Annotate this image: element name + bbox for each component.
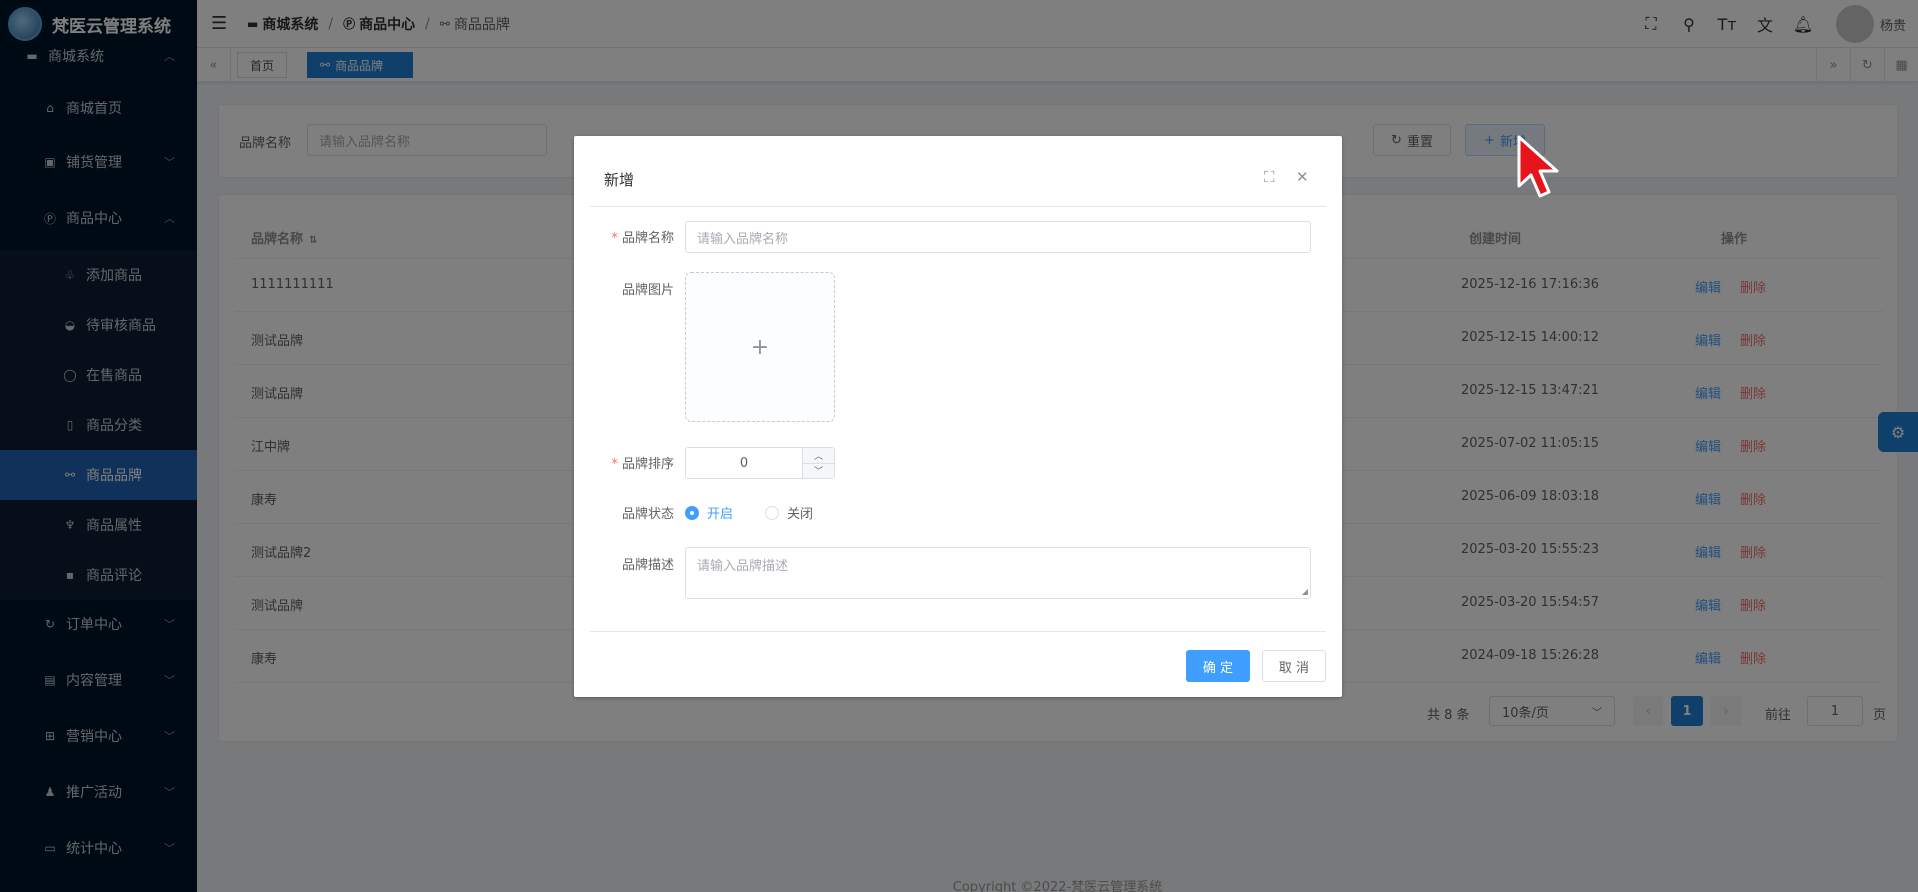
label-text: 品牌状态 (621, 507, 674, 522)
label-text: 品牌名称 (621, 231, 674, 246)
placeholder: 请输入品牌名称 (697, 231, 789, 247)
resize-grip-icon[interactable]: ◢ (1302, 587, 1308, 596)
dialog-header-divider (590, 206, 1326, 207)
radio-label: 开启 (707, 507, 734, 522)
sort-value[interactable]: 0 (686, 448, 802, 478)
status-radio-on[interactable]: 开启 (685, 503, 733, 522)
confirm-button[interactable]: 确 定 (1186, 650, 1250, 682)
close-icon[interactable]: ✕ (1296, 168, 1309, 186)
required-mark: * (611, 231, 618, 246)
plus-icon: + (750, 334, 770, 360)
label-text: 品牌描述 (621, 558, 674, 573)
image-upload[interactable]: + (685, 272, 835, 422)
chevron-up-icon[interactable]: ︿ (803, 448, 834, 464)
required-mark: * (611, 457, 618, 472)
brand-name-form-label: * 品牌名称 (574, 227, 674, 247)
form-label-text: * 品牌名称 (611, 227, 674, 246)
cancel-button[interactable]: 取 消 (1262, 650, 1326, 682)
radio-unchecked-icon (765, 505, 779, 520)
maximize-icon[interactable]: ⛶ (1264, 168, 1275, 186)
dialog-title: 新增 (604, 171, 635, 189)
status-radio-off[interactable]: 关闭 (765, 503, 813, 522)
brand-image-form-label: 品牌图片 (574, 279, 674, 299)
brand-name-field[interactable]: 请输入品牌名称 (685, 221, 1311, 253)
chevron-down-icon[interactable]: ﹀ (803, 464, 834, 479)
form-label-text: * 品牌排序 (611, 453, 674, 472)
brand-sort-form-label: * 品牌排序 (574, 453, 674, 473)
stepper-buttons: ︿ ﹀ (802, 448, 834, 478)
label-text: 品牌排序 (621, 457, 674, 472)
brand-desc-form-label: 品牌描述 (574, 554, 674, 574)
sort-stepper[interactable]: 0 ︿ ﹀ (685, 447, 835, 479)
brand-description-textarea[interactable]: 请输入品牌描述 ◢ (685, 547, 1311, 599)
placeholder: 请输入品牌描述 (697, 559, 789, 574)
radio-label: 关闭 (787, 507, 814, 522)
mouse-cursor-icon (1517, 135, 1559, 198)
dialog-footer-divider (590, 631, 1326, 632)
radio-checked-icon (685, 505, 699, 520)
label-text: 品牌图片 (621, 283, 674, 298)
brand-status-form-label: 品牌状态 (574, 503, 674, 523)
add-brand-dialog: 新增 ⛶ ✕ * 品牌名称 请输入品牌名称 品牌图片 + * 品牌排序 0 ︿ ﹀ … (574, 136, 1342, 697)
